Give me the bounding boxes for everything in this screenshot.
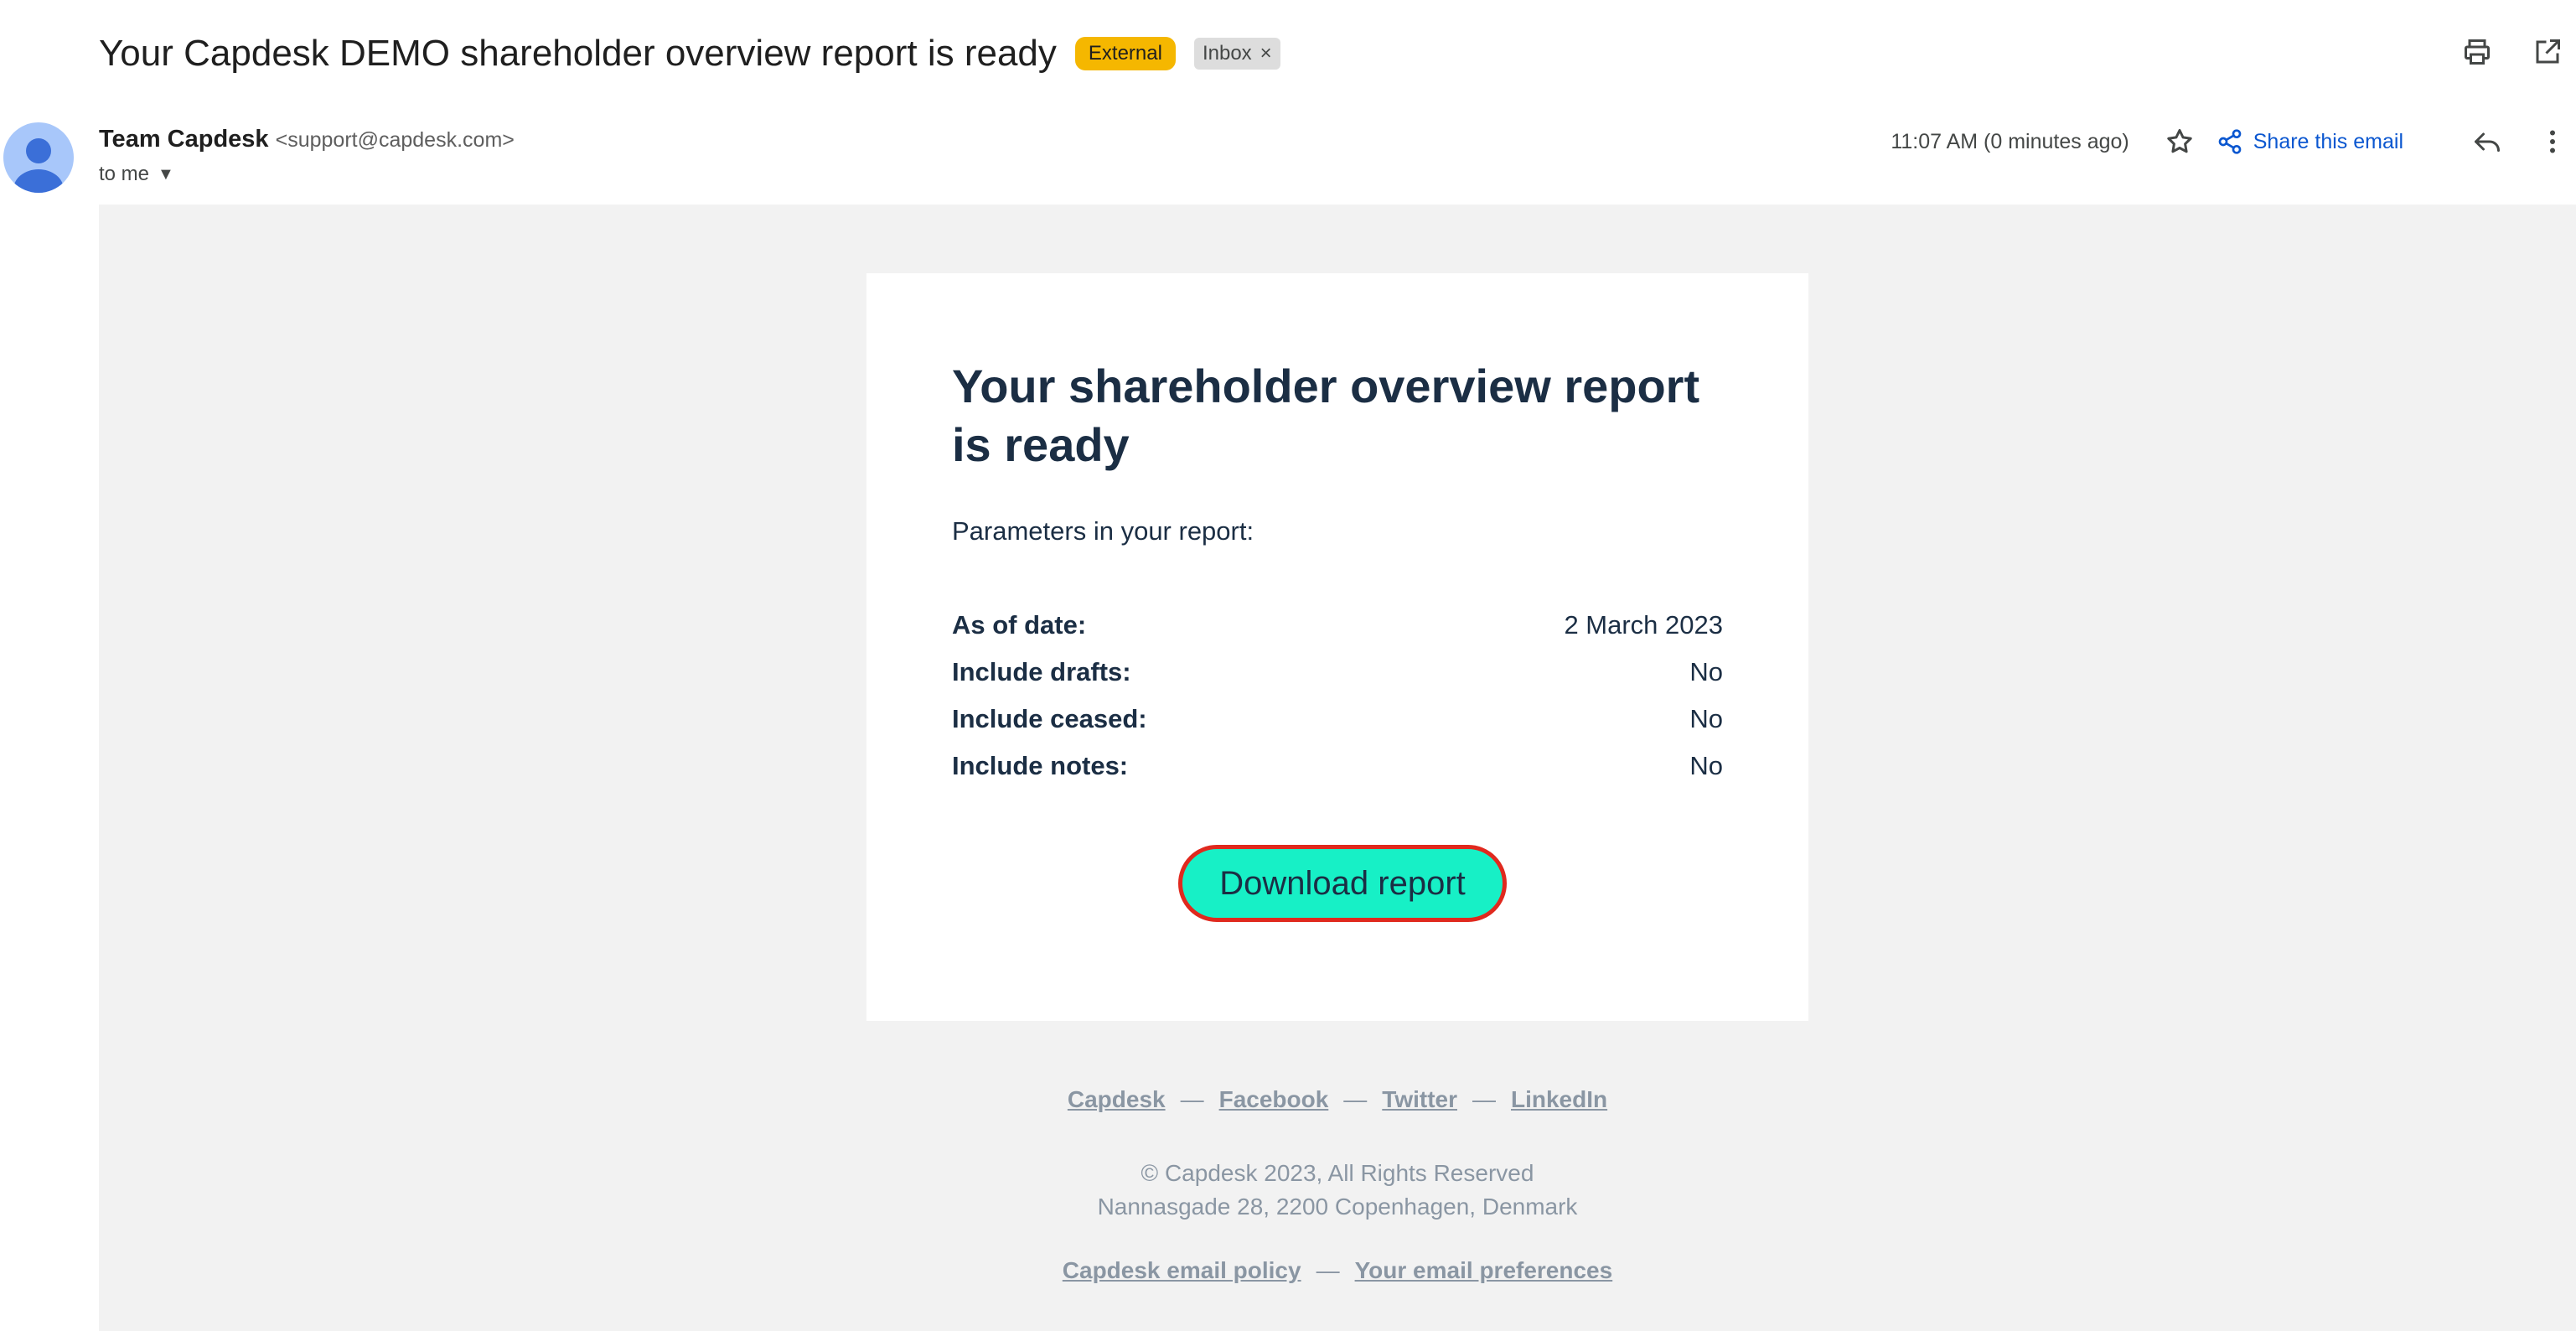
email-view: Your Capdesk DEMO shareholder overview r… (0, 0, 2576, 1331)
twitter-link[interactable]: Twitter (1382, 1086, 1457, 1112)
linkedin-link[interactable]: LinkedIn (1511, 1086, 1607, 1112)
separator: — (1472, 1086, 1496, 1112)
caret-down-icon: ▼ (158, 164, 174, 184)
param-row: Include drafts: No (952, 649, 1723, 696)
param-value: 2 March 2023 (1564, 610, 1723, 640)
email-preferences-link[interactable]: Your email preferences (1355, 1257, 1613, 1283)
param-value: No (1689, 657, 1723, 686)
avatar[interactable] (3, 122, 74, 193)
param-row: Include notes: No (952, 743, 1723, 790)
param-key: Include drafts: (952, 657, 1131, 686)
reply-button[interactable] (2469, 123, 2506, 160)
print-button[interactable] (2459, 34, 2496, 70)
address-text: Nannasgade 28, 2200 Copenhagen, Denmark (1097, 1194, 1578, 1220)
print-icon (2465, 39, 2490, 65)
sender-name: Team Capdesk (99, 126, 269, 153)
share-email-link[interactable]: Share this email (2216, 128, 2403, 155)
separator: — (1180, 1086, 1204, 1112)
download-report-button[interactable]: Download report (1178, 845, 1507, 922)
remove-label-icon[interactable]: × (1260, 42, 1272, 65)
param-value: No (1689, 704, 1723, 733)
capdesk-link[interactable]: Capdesk (1068, 1086, 1166, 1112)
sender: Team Capdesk <support@capdesk.com> (99, 126, 515, 153)
inbox-label-text: Inbox (1202, 42, 1252, 65)
card-title: Your shareholder overview report is read… (952, 360, 1700, 471)
email-subject: Your Capdesk DEMO shareholder overview r… (99, 33, 1057, 74)
subject-row: Your Capdesk DEMO shareholder overview r… (99, 22, 1280, 85)
more-vertical-icon (2550, 130, 2555, 153)
inbox-label[interactable]: Inbox × (1193, 38, 1280, 70)
reply-icon (2475, 132, 2500, 152)
recipient-toggle[interactable]: to me ▼ (99, 163, 174, 186)
param-row: Include ceased: No (952, 696, 1723, 743)
person-icon (13, 138, 64, 193)
share-icon (2218, 129, 2242, 154)
star-icon (2167, 129, 2192, 153)
message-meta: 11:07 AM (0 minutes ago) Share this emai… (1891, 122, 2576, 161)
copyright-text: © Capdesk 2023, All Rights Reserved (1141, 1160, 1534, 1186)
policy-links: Capdesk email policy — Your email preferen… (99, 1257, 2576, 1284)
email-body: Your shareholder overview report is read… (99, 205, 2576, 1331)
open-in-new-window-icon (2536, 39, 2560, 64)
social-links: Capdesk — Facebook — Twitter — LinkedIn (99, 1086, 2576, 1113)
email-policy-link[interactable]: Capdesk email policy (1063, 1257, 1301, 1283)
param-row: As of date: 2 March 2023 (952, 602, 1723, 649)
separator: — (1343, 1086, 1368, 1112)
star-button[interactable] (2161, 123, 2198, 160)
open-in-new-window-button[interactable] (2529, 34, 2566, 70)
param-table: As of date: 2 March 2023 Include drafts:… (952, 602, 1723, 790)
share-email-label: Share this email (2253, 129, 2403, 153)
more-options-button[interactable] (2534, 123, 2571, 160)
report-card: Your shareholder overview report is read… (866, 273, 1808, 1021)
top-actions (2459, 34, 2576, 70)
sender-email: <support@capdesk.com> (275, 128, 515, 152)
param-key: Include notes: (952, 751, 1129, 780)
external-label: External (1074, 37, 1176, 70)
timestamp: 11:07 AM (0 minutes ago) (1891, 129, 2129, 153)
footer-legal: © Capdesk 2023, All Rights Reserved Nann… (99, 1157, 2576, 1224)
separator: — (1316, 1257, 1340, 1283)
facebook-link[interactable]: Facebook (1219, 1086, 1329, 1112)
recipient-text: to me (99, 163, 150, 185)
param-key: As of date: (952, 610, 1087, 640)
param-key: Include ceased: (952, 704, 1147, 733)
params-intro: Parameters in your report: (952, 516, 1254, 546)
param-value: No (1689, 751, 1723, 780)
